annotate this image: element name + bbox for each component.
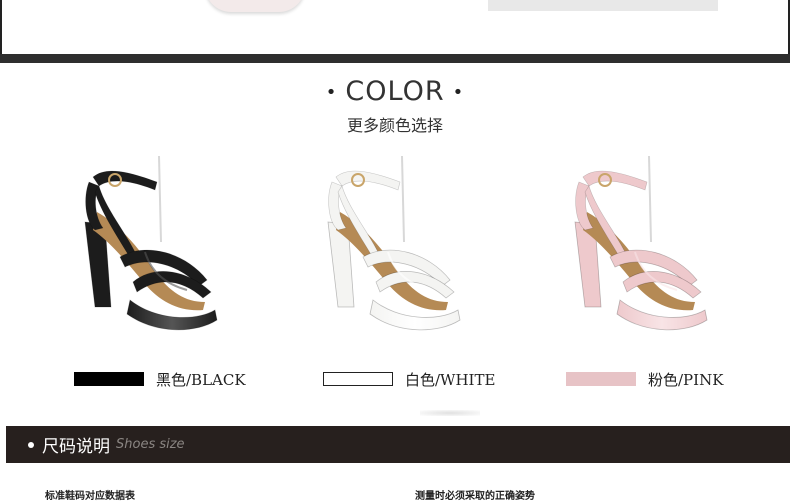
title-dot-right: • bbox=[452, 82, 465, 103]
pink-swatch bbox=[566, 372, 636, 386]
left-border bbox=[0, 0, 2, 56]
pink-sandal-image[interactable] bbox=[565, 152, 715, 342]
white-swatch bbox=[323, 372, 393, 386]
size-title-en: Shoes size bbox=[116, 437, 185, 452]
color-option-white[interactable]: 白色/WHITE bbox=[323, 369, 495, 389]
color-option-pink[interactable]: 粉色/PINK bbox=[566, 369, 723, 389]
color-title-text: COLOR bbox=[345, 76, 445, 107]
gray-bar bbox=[488, 0, 718, 11]
previous-section-strip bbox=[0, 0, 790, 56]
decorative-shadow bbox=[420, 410, 480, 416]
size-section-header: 尺码说明 Shoes size bbox=[6, 426, 790, 463]
bullet-dot bbox=[28, 441, 34, 448]
black-swatch bbox=[74, 372, 144, 386]
size-title-cn: 尺码说明 bbox=[42, 437, 110, 457]
color-section-title: • COLOR • bbox=[0, 76, 790, 107]
color-option-black[interactable]: 黑色/BLACK bbox=[74, 369, 246, 389]
black-label: 黑色/BLACK bbox=[156, 370, 246, 389]
section-divider bbox=[0, 54, 790, 63]
white-sandal-image[interactable] bbox=[318, 152, 468, 342]
shoe-image-peek bbox=[205, 0, 305, 12]
color-section-subtitle: 更多颜色选择 bbox=[346, 116, 443, 135]
white-label: 白色/WHITE bbox=[405, 370, 496, 389]
pink-label: 粉色/PINK bbox=[648, 370, 724, 389]
black-sandal-image[interactable] bbox=[75, 152, 225, 342]
title-dot-left: • bbox=[325, 82, 338, 103]
